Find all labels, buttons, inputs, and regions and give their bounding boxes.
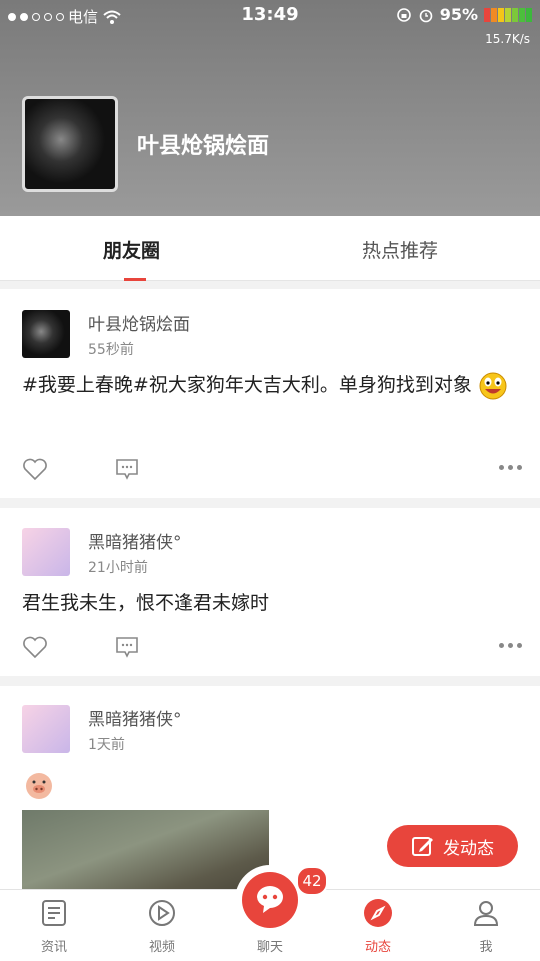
more-options-icon[interactable]: [499, 643, 522, 648]
new-post-button[interactable]: 发动态: [387, 825, 518, 867]
post-text: #我要上春晚#祝大家狗年大吉大利。单身狗找到对象: [22, 368, 522, 403]
comment-icon[interactable]: [115, 457, 139, 481]
chat-button[interactable]: [235, 865, 305, 935]
lock-rotation-icon: [396, 7, 411, 22]
like-heart-icon[interactable]: [22, 635, 48, 659]
nav-video-label: 视频: [148, 940, 175, 955]
post-text-content: #我要上春晚#祝大家狗年大吉大利。单身狗找到对象: [22, 374, 472, 396]
post-text: 君生我未生，恨不逢君未嫁时: [22, 592, 270, 614]
post-actions: [22, 635, 522, 665]
nav-moments[interactable]: 动态: [338, 898, 418, 955]
status-bar: 电信 13:49 95%: [0, 0, 540, 30]
like-heart-icon[interactable]: [22, 457, 48, 481]
post-time: 1天前: [88, 737, 125, 753]
comment-icon[interactable]: [115, 635, 139, 659]
nav-me-label: 我: [479, 940, 493, 955]
author-name[interactable]: 叶县炝锅烩面: [88, 310, 190, 335]
post-image[interactable]: [22, 810, 269, 889]
tab-friends-circle[interactable]: 朋友圈: [103, 236, 160, 263]
author-avatar[interactable]: [22, 705, 70, 753]
compass-icon: [364, 899, 392, 927]
tab-indicator: [124, 278, 146, 281]
post-card: 黑暗猪猪侠° 21小时前 君生我未生，恨不逢君未嫁时: [0, 508, 540, 676]
grin-emoji-icon: [479, 372, 507, 399]
alarm-icon: [419, 9, 433, 22]
edit-icon: [412, 837, 433, 856]
new-post-label: 发动态: [443, 838, 494, 859]
nav-video[interactable]: 视频: [122, 898, 202, 955]
feed-tabs: 朋友圈 热点推荐: [0, 216, 540, 281]
post-time: 55秒前: [88, 342, 134, 358]
net-speed: 15.7K/s: [485, 32, 530, 46]
profile-header: 电信 13:49 95% 15.7K/s 叶县炝锅烩面: [0, 0, 540, 216]
battery-icon: [484, 7, 532, 22]
nav-news[interactable]: 资讯: [14, 898, 94, 955]
nav-news-label: 资讯: [40, 940, 67, 955]
nav-chat[interactable]: 聊天: [230, 936, 310, 955]
more-options-icon[interactable]: [499, 465, 522, 470]
chat-bubble-icon: [242, 872, 298, 928]
nav-me[interactable]: 我: [446, 898, 526, 955]
nav-chat-label: 聊天: [256, 940, 283, 955]
profile-avatar[interactable]: [22, 96, 118, 192]
battery-percent: 95%: [439, 5, 478, 24]
play-icon: [149, 900, 175, 926]
author-name[interactable]: 黑暗猪猪侠°: [88, 705, 182, 730]
tab-hot-recommend[interactable]: 热点推荐: [362, 236, 438, 263]
author-avatar[interactable]: [22, 310, 70, 358]
profile-name: 叶县炝锅烩面: [137, 134, 270, 159]
author-name[interactable]: 黑暗猪猪侠°: [88, 528, 182, 553]
nav-moments-label: 动态: [364, 940, 391, 955]
post-card: 叶县炝锅烩面 55秒前 #我要上春晚#祝大家狗年大吉大利。单身狗找到对象: [0, 289, 540, 498]
post-actions: [22, 457, 522, 487]
post-time: 21小时前: [88, 560, 148, 576]
news-icon: [42, 900, 66, 926]
person-icon: [473, 901, 499, 926]
pig-emoji-icon: [26, 773, 52, 799]
author-avatar[interactable]: [22, 528, 70, 576]
chat-unread-badge: 42: [296, 866, 328, 896]
